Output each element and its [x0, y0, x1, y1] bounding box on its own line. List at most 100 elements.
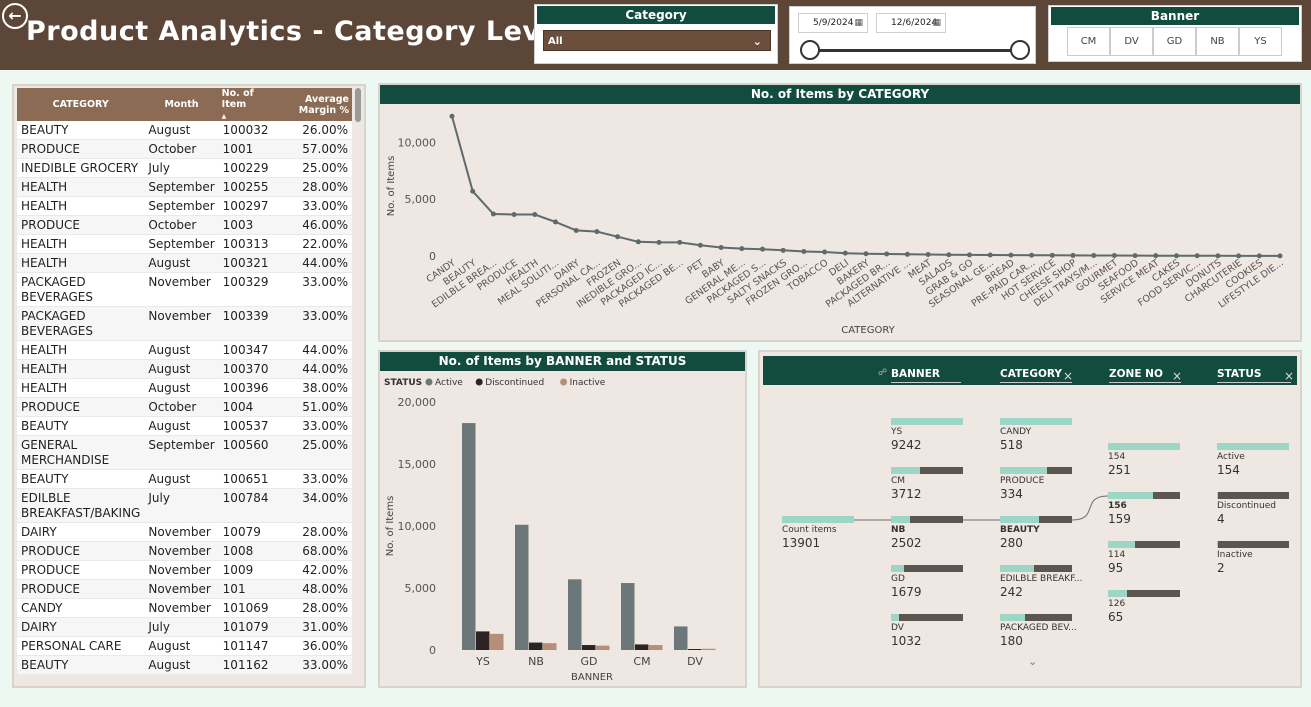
tree-node-status[interactable]: Active 154: [1217, 443, 1289, 478]
banner-option-nb[interactable]: NB: [1196, 27, 1239, 56]
banner-option-gd[interactable]: GD: [1153, 27, 1196, 56]
cell-month: August: [144, 469, 219, 489]
column-header-month[interactable]: Month: [144, 88, 219, 121]
category-table-panel: CATEGORY Month No. of Item ▲ Average Marg…: [14, 86, 364, 686]
tree-node-category[interactable]: EDILBLE BREAKF... 242: [1000, 565, 1083, 600]
tree-node-category[interactable]: PRODUCE 334: [1000, 467, 1072, 502]
tree-node-banner[interactable]: NB 2502: [891, 516, 963, 551]
node-value: 518: [1000, 438, 1023, 452]
tree-node-category[interactable]: PACKAGED BEV... 180: [1000, 614, 1077, 649]
tree-node-zone[interactable]: 126 65: [1108, 590, 1180, 625]
cell-average-margin: 48.00%: [275, 579, 352, 599]
y-axis-label: No. of Items: [386, 156, 397, 217]
tree-node-zone[interactable]: 154 251: [1108, 443, 1180, 478]
cell-category: PRODUCE: [17, 560, 145, 580]
range-start-handle[interactable]: [800, 40, 820, 60]
start-date-value: 5/9/2024: [813, 18, 854, 28]
tree-node-status[interactable]: Inactive 2: [1217, 541, 1289, 576]
table-row[interactable]: GENERAL MERCHANDISE September 100560 25.00%: [17, 435, 352, 470]
table-row[interactable]: PACKAGED BEVERAGES November 100339 33.00%: [17, 306, 352, 341]
bar-chart-svg: STATUS Active Discontinued Inactive 0 5,000 10…: [384, 378, 716, 683]
table-row[interactable]: HEALTH August 100347 44.00%: [17, 340, 352, 360]
data-point: [946, 252, 952, 258]
tree-node-banner[interactable]: CM 3712: [891, 467, 963, 502]
tree-node-category[interactable]: CANDY 518: [1000, 418, 1072, 453]
tree-node-root[interactable]: Count items 13901: [782, 516, 854, 551]
table-row[interactable]: PACKAGED BEVERAGES November 100329 33.00%: [17, 272, 352, 307]
table-row[interactable]: HEALTH August 100396 38.00%: [17, 378, 352, 398]
category-dropdown[interactable]: All ⌄: [543, 30, 771, 51]
table-row[interactable]: PRODUCE October 1003 46.00%: [17, 215, 352, 235]
cell-no-of-item: 1003: [218, 215, 276, 235]
node-label: DV: [891, 623, 904, 633]
table-row[interactable]: EDILBLE BREAKFAST/BAKING July 100784 34.00%: [17, 488, 352, 523]
bar: [702, 648, 716, 650]
bar: [621, 583, 635, 650]
tree-node-banner[interactable]: YS 9242: [891, 418, 963, 453]
node-bar: [1000, 418, 1072, 425]
tree-node-banner[interactable]: DV 1032: [891, 614, 963, 649]
cell-average-margin: 22.00%: [275, 234, 352, 254]
cell-average-margin: 33.00%: [275, 306, 352, 341]
start-date-input[interactable]: 5/9/2024 ▦: [798, 13, 868, 33]
table-row[interactable]: HEALTH September 100255 28.00%: [17, 177, 352, 197]
tree-node-zone[interactable]: 156 159: [1108, 492, 1180, 527]
table-row[interactable]: BEAUTY August 100032 26.00%: [17, 121, 352, 140]
cell-category: PACKAGED BEVERAGES: [17, 272, 145, 307]
node-bar-fill: [1000, 418, 1072, 425]
y-tick-label: 15,000: [398, 458, 437, 471]
tree-node-zone[interactable]: 114 95: [1108, 541, 1180, 576]
table-row[interactable]: PRODUCE November 1008 68.00%: [17, 541, 352, 561]
node-bar-fill: [1000, 565, 1034, 572]
node-label: 156: [1108, 501, 1127, 511]
cell-average-margin: 44.00%: [275, 340, 352, 360]
table-row[interactable]: DAIRY July 101079 31.00%: [17, 617, 352, 637]
node-label: CANDY: [1000, 427, 1032, 437]
table-row[interactable]: PRODUCE November 101 48.00%: [17, 579, 352, 599]
tree-node-category[interactable]: BEAUTY 280: [1000, 516, 1072, 551]
node-value: 13901: [782, 536, 821, 550]
y-tick-label: 5,000: [405, 582, 437, 595]
column-header-category[interactable]: CATEGORY: [17, 88, 145, 121]
cell-category: HEALTH: [17, 340, 145, 360]
cell-average-margin: 44.00%: [275, 359, 352, 379]
data-point: [532, 212, 538, 218]
cell-no-of-item: 100651: [218, 469, 276, 489]
cell-category: BEAUTY: [17, 655, 145, 675]
tree-node-status[interactable]: Discontinued 4: [1217, 492, 1289, 527]
banner-option-dv[interactable]: DV: [1110, 27, 1153, 56]
node-value: 159: [1108, 512, 1131, 526]
node-bar-fill: [782, 516, 854, 523]
table-row[interactable]: HEALTH August 100321 44.00%: [17, 253, 352, 273]
table-row[interactable]: CANDY November 101069 28.00%: [17, 598, 352, 618]
table-row[interactable]: BEAUTY August 101162 33.00%: [17, 655, 352, 675]
cell-category: BEAUTY: [17, 121, 145, 140]
range-end-handle[interactable]: [1010, 40, 1030, 60]
table-row[interactable]: PRODUCE October 1004 51.00%: [17, 397, 352, 417]
data-point: [904, 251, 910, 257]
table-row[interactable]: PRODUCE October 1001 57.00%: [17, 139, 352, 159]
calendar-icon[interactable]: ▦: [932, 14, 941, 32]
table-row[interactable]: HEALTH August 100370 44.00%: [17, 359, 352, 379]
table-scrollbar[interactable]: [355, 88, 361, 122]
end-date-input[interactable]: 12/6/2024 ▦: [876, 13, 946, 33]
chevron-down-icon[interactable]: ⌄: [1028, 655, 1037, 668]
column-header-no-of-item[interactable]: No. of Item ▲: [218, 88, 276, 121]
calendar-icon[interactable]: ▦: [854, 14, 863, 32]
banner-option-cm[interactable]: CM: [1067, 27, 1110, 56]
cell-month: November: [144, 541, 219, 561]
banner-options: CM DV GD NB YS: [1067, 27, 1282, 56]
back-arrow-icon[interactable]: ←: [2, 3, 28, 29]
table-row[interactable]: BEAUTY August 100537 33.00%: [17, 416, 352, 436]
table-row[interactable]: HEALTH September 100297 33.00%: [17, 196, 352, 216]
table-row[interactable]: HEALTH September 100313 22.00%: [17, 234, 352, 254]
table-row[interactable]: DAIRY November 10079 28.00%: [17, 522, 352, 542]
table-row[interactable]: BEAUTY August 100651 33.00%: [17, 469, 352, 489]
tree-node-banner[interactable]: GD 1679: [891, 565, 963, 600]
node-bar: [891, 516, 963, 523]
table-row[interactable]: PRODUCE November 1009 42.00%: [17, 560, 352, 580]
banner-option-ys[interactable]: YS: [1239, 27, 1282, 56]
column-header-average-margin[interactable]: Average Margin %: [275, 88, 352, 121]
table-row[interactable]: PERSONAL CARE August 101147 36.00%: [17, 636, 352, 656]
table-row[interactable]: INEDIBLE GROCERY July 100229 25.00%: [17, 158, 352, 178]
